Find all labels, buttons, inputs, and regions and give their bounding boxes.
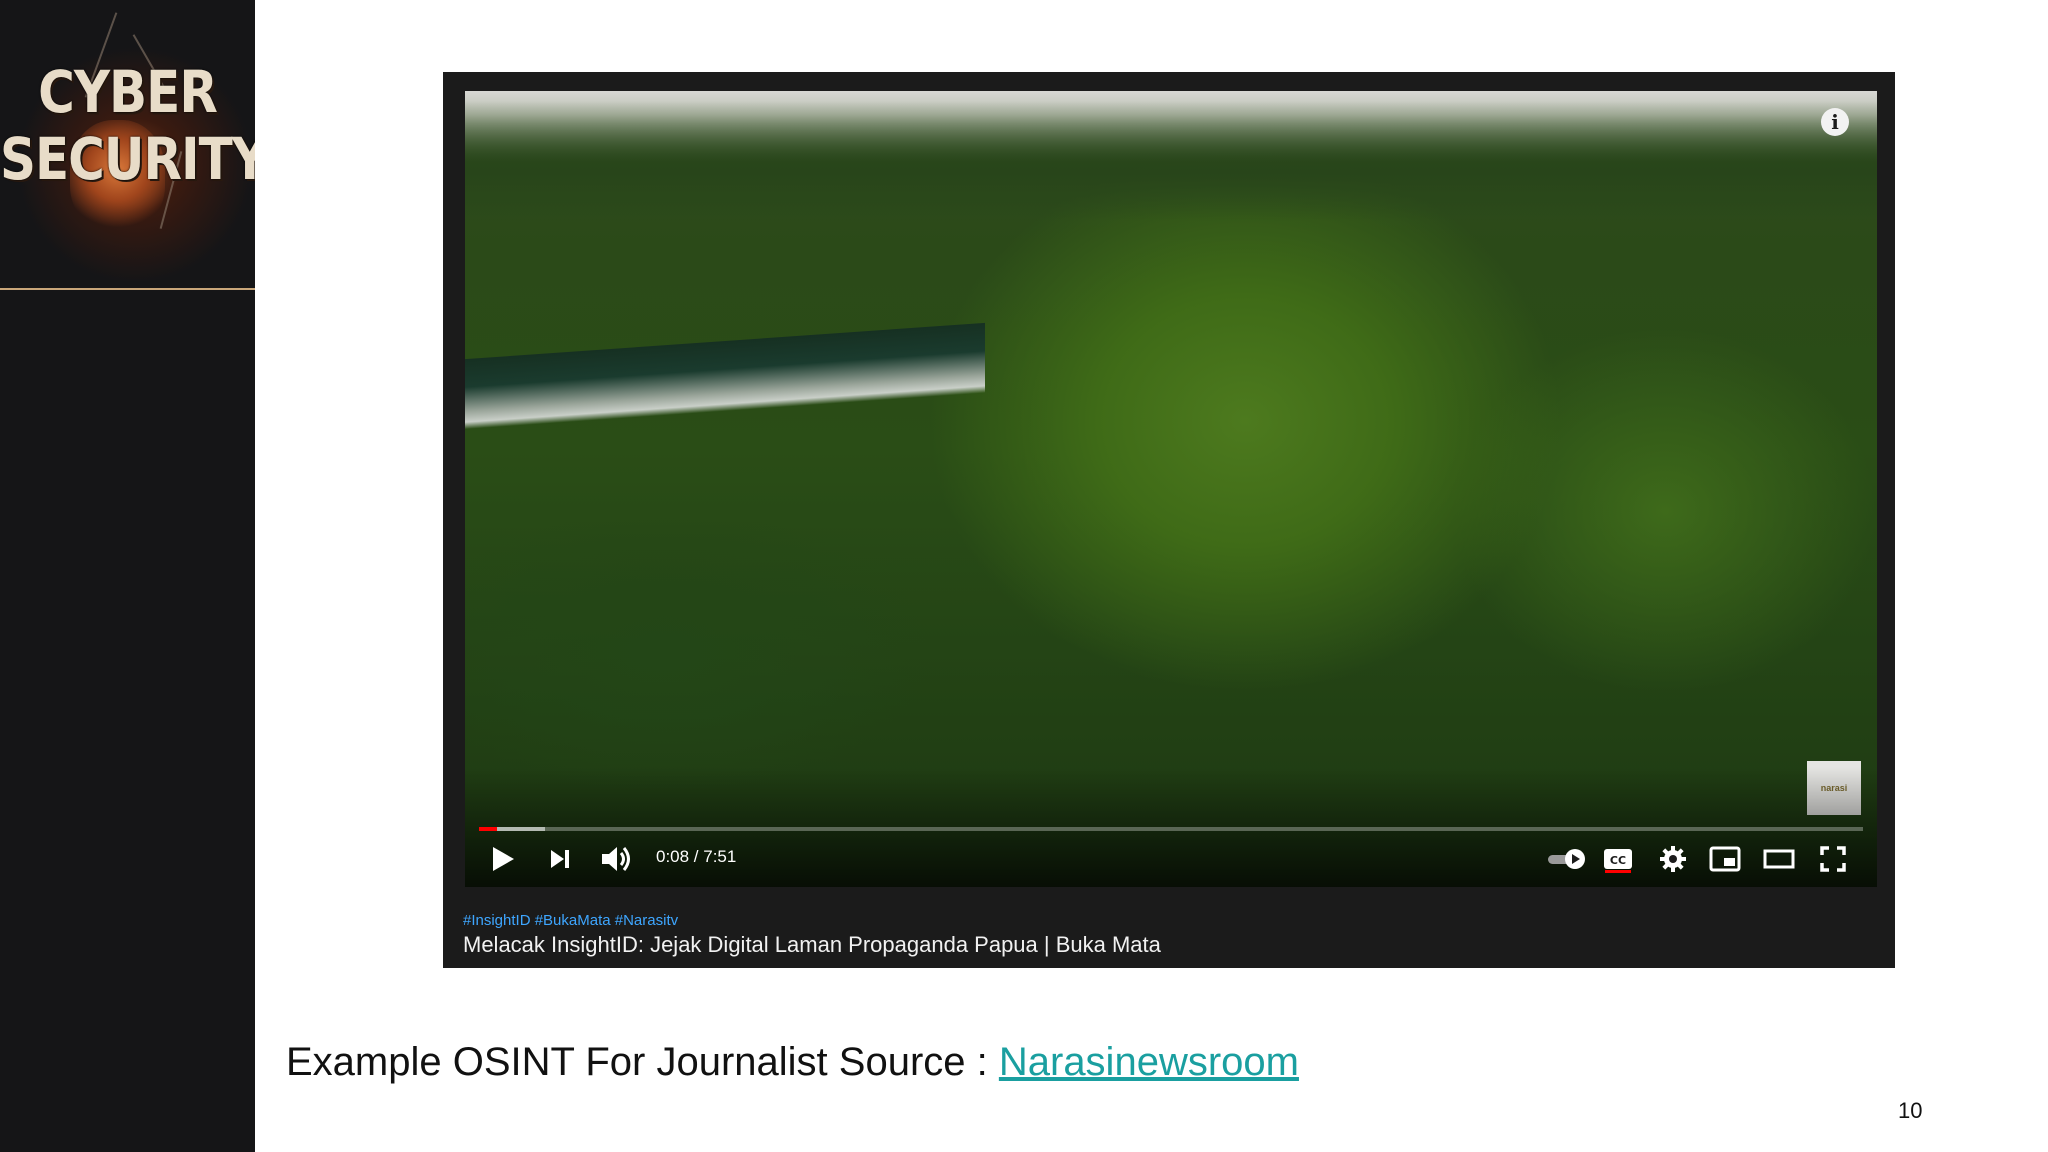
video-player[interactable]: i narasi 0:08 / 7:51 CC (465, 91, 1877, 887)
time-display: 0:08 / 7:51 (656, 847, 737, 866)
video-frame-hill (465, 101, 1877, 221)
video-title[interactable]: Melacak InsightID: Jejak Digital Laman P… (463, 932, 1161, 958)
progress-played (479, 827, 497, 831)
caption-text: Example OSINT For Journalist Source : (286, 1040, 999, 1084)
settings-gear-icon (1660, 846, 1686, 872)
logo-text: CYBER SECURITY (0, 59, 255, 193)
progress-bar[interactable] (479, 827, 1863, 831)
next-icon (551, 850, 569, 868)
slide-page-number: 10 (1898, 1098, 1923, 1123)
slide-sidebar: CYBER SECURITY (0, 0, 255, 1152)
cyber-security-logo: CYBER SECURITY (0, 0, 255, 288)
autoplay-toggle-icon (1548, 849, 1585, 869)
play-icon (493, 847, 514, 871)
theater-mode-button[interactable] (1759, 839, 1799, 879)
volume-button[interactable] (597, 839, 637, 879)
info-icon[interactable]: i (1821, 108, 1849, 136)
slide-caption: Example OSINT For Journalist Source : Na… (286, 1040, 1299, 1085)
subtitles-button[interactable]: CC (1599, 839, 1637, 879)
fullscreen-button[interactable] (1813, 839, 1853, 879)
svg-text:CC: CC (1610, 854, 1626, 867)
fullscreen-icon (1820, 846, 1846, 872)
sidebar-divider (0, 288, 255, 290)
cc-icon: CC (1604, 849, 1632, 869)
theater-icon (1763, 849, 1795, 869)
next-button[interactable] (540, 839, 580, 879)
miniplayer-icon (1709, 846, 1741, 872)
miniplayer-button[interactable] (1705, 839, 1745, 879)
cc-active-indicator (1605, 870, 1631, 873)
settings-button[interactable] (1653, 839, 1693, 879)
volume-icon (602, 847, 630, 871)
play-button[interactable] (483, 839, 523, 879)
video-embed[interactable]: i narasi 0:08 / 7:51 CC (443, 72, 1895, 968)
autoplay-toggle[interactable] (1545, 839, 1589, 879)
video-hashtags[interactable]: #InsightID #BukaMata #Narasitv (463, 912, 678, 929)
source-link[interactable]: Narasinewsroom (999, 1040, 1299, 1084)
video-frame-river (465, 322, 985, 430)
